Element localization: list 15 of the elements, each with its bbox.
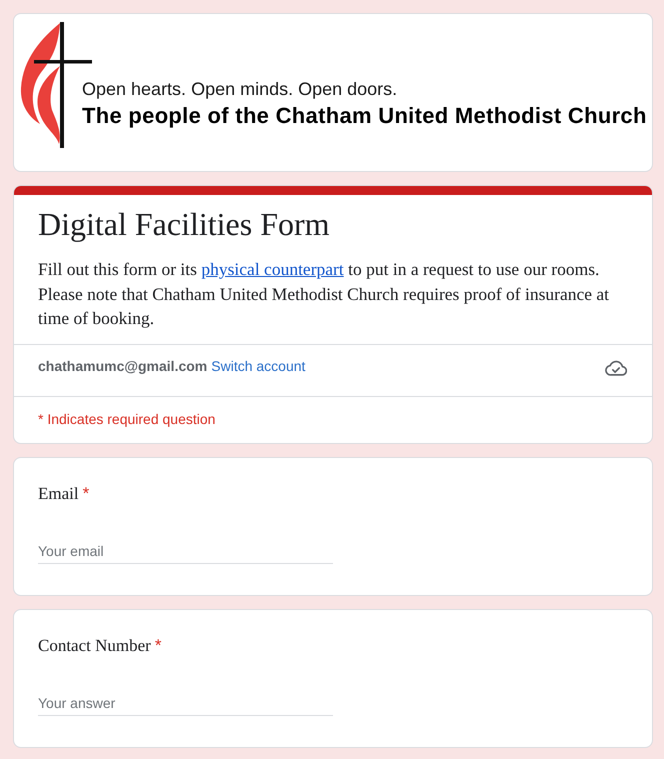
- account-email: chathamumc@gmail.com: [38, 357, 208, 376]
- banner-tagline: Open hearts. Open minds. Open doors.: [82, 78, 398, 100]
- required-note: * Indicates required question: [38, 411, 216, 427]
- question-label: Contact Number: [38, 635, 151, 657]
- form-description: Fill out this form or its physical counterpart to put in a request to use our rooms. Please note that Chatham United Methodist Church requires proof of insurance at time of booking.: [38, 258, 610, 330]
- required-asterisk: *: [82, 483, 90, 505]
- banner-church-name: The people of the Chatham United Methodist Church: [82, 102, 647, 130]
- counterpart-link[interactable]: physical counterpart: [201, 259, 344, 279]
- cloud-check-icon: [605, 360, 627, 376]
- answer-field[interactable]: Your answer: [38, 690, 333, 716]
- answer-field[interactable]: Your email: [38, 538, 333, 564]
- form-title: Digital Facilities Form: [38, 205, 331, 244]
- switch-account-link[interactable]: Switch account: [211, 356, 306, 376]
- required-asterisk: *: [154, 635, 162, 657]
- question-label: Email: [38, 483, 79, 505]
